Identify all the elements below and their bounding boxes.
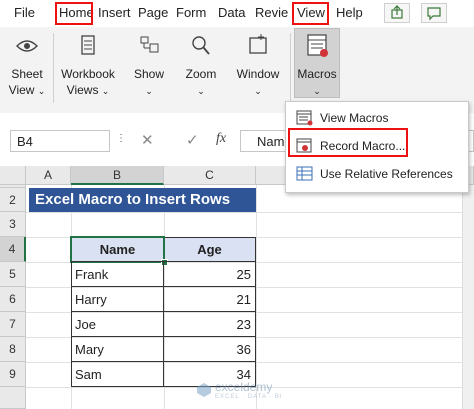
cancel-icon[interactable]: ✕ xyxy=(141,131,154,149)
vertical-scrollbar[interactable] xyxy=(462,185,474,409)
relative-references-icon xyxy=(296,166,313,181)
window-button[interactable]: Window ⌄ xyxy=(233,31,283,99)
window-icon xyxy=(249,34,267,54)
table-header-age[interactable]: Age xyxy=(163,237,256,262)
row-header-10[interactable] xyxy=(0,387,26,409)
menu-item-relative-references[interactable]: Use Relative References xyxy=(286,161,468,187)
comments-button[interactable] xyxy=(421,3,447,23)
formula-text: Nam xyxy=(257,134,285,149)
insert-function-icon[interactable]: fx xyxy=(216,131,226,147)
row-header-2[interactable]: 2 xyxy=(0,188,26,212)
sheet-title-cell[interactable]: Excel Macro to Insert Rows xyxy=(29,188,256,212)
table-cell-name[interactable]: Frank xyxy=(71,261,164,287)
active-cell-outline xyxy=(70,236,165,263)
magnifier-icon xyxy=(192,36,210,55)
table-cell-name[interactable]: Sam xyxy=(71,361,164,387)
show-label: Show xyxy=(133,67,165,81)
table-cell-name[interactable]: Harry xyxy=(71,286,164,312)
zoom-label: Zoom xyxy=(185,67,217,81)
watermark: exceldemy EXCEL · DATA · BI xyxy=(196,379,306,405)
chevron-down-icon: ⌄ xyxy=(254,86,262,96)
workbook-views-label-2: Views xyxy=(66,83,99,97)
row-header-4[interactable]: 4 xyxy=(0,237,26,262)
chevron-down-icon: ⌄ xyxy=(197,86,205,96)
sheet-view-label-1: Sheet xyxy=(11,67,43,81)
gridline xyxy=(256,185,257,409)
colon-dots-icon: ⋮ xyxy=(116,133,126,144)
exceldemy-logo-icon xyxy=(197,383,211,397)
show-button[interactable]: Show ⌄ xyxy=(128,31,170,99)
row-header-7[interactable]: 7 xyxy=(0,312,26,337)
workbook-icon xyxy=(81,35,95,55)
table-cell-age[interactable]: 25 xyxy=(163,261,256,287)
table-cell-name[interactable]: Joe xyxy=(71,311,164,337)
window-label: Window xyxy=(236,67,280,81)
view-macros-icon xyxy=(296,110,313,126)
tab-review[interactable]: Revie xyxy=(255,5,288,20)
macros-label: Macros xyxy=(297,67,337,81)
eye-icon xyxy=(16,40,38,52)
ribbon-separator xyxy=(53,33,54,103)
sheet-view-button[interactable]: Sheet View ⌄ xyxy=(6,31,48,99)
row-header-5[interactable]: 5 xyxy=(0,262,26,287)
watermark-name: exceldemy xyxy=(215,380,273,394)
column-header-c[interactable]: C xyxy=(164,166,256,185)
zoom-button[interactable]: Zoom ⌄ xyxy=(180,31,222,99)
select-all-corner[interactable] xyxy=(0,166,26,185)
table-cell-age[interactable]: 21 xyxy=(163,286,256,312)
row-header-6[interactable]: 6 xyxy=(0,287,26,312)
show-icon xyxy=(140,36,159,53)
ribbon-separator xyxy=(290,33,291,103)
table-cell-name[interactable]: Mary xyxy=(71,336,164,362)
name-box[interactable]: B4 xyxy=(10,130,110,152)
chevron-down-icon: ⌄ xyxy=(313,86,321,96)
relative-references-label: Use Relative References xyxy=(320,167,453,181)
workbook-views-label-1: Workbook xyxy=(61,67,115,81)
row-header-9[interactable]: 9 xyxy=(0,362,26,387)
gridline xyxy=(26,212,474,213)
home-highlight-box xyxy=(55,2,93,25)
ribbon-tab-bar: File Home Insert Page Form Data Revie Vi… xyxy=(0,0,474,27)
workbook-views-button[interactable]: Workbook Views ⌄ xyxy=(58,31,118,99)
tab-formulas[interactable]: Form xyxy=(176,5,206,20)
share-icon xyxy=(391,5,403,19)
tab-help[interactable]: Help xyxy=(336,5,363,20)
table-cell-age[interactable]: 36 xyxy=(163,336,256,362)
view-macros-label: View Macros xyxy=(320,111,389,125)
column-header-b[interactable]: B xyxy=(71,166,164,185)
enter-check-icon[interactable]: ✓ xyxy=(186,131,199,149)
view-highlight-box xyxy=(292,2,329,25)
share-button[interactable] xyxy=(384,3,410,23)
watermark-tagline: EXCEL · DATA · BI xyxy=(215,394,283,400)
row-header-8[interactable]: 8 xyxy=(0,337,26,362)
record-macro-highlight-box xyxy=(288,128,408,157)
comment-icon xyxy=(427,7,441,21)
chevron-down-icon: ⌄ xyxy=(101,86,110,96)
macros-button[interactable]: Macros ⌄ xyxy=(294,31,340,99)
tab-file[interactable]: File xyxy=(14,5,35,20)
row-header-3[interactable]: 3 xyxy=(0,212,26,237)
tab-page[interactable]: Page xyxy=(138,5,168,20)
macros-icon xyxy=(307,34,328,57)
chevron-down-icon: ⌄ xyxy=(37,86,46,96)
chevron-down-icon: ⌄ xyxy=(145,86,153,96)
tab-data[interactable]: Data xyxy=(218,5,245,20)
sheet-view-label-2: View xyxy=(8,83,35,97)
table-cell-age[interactable]: 23 xyxy=(163,311,256,337)
column-header-a[interactable]: A xyxy=(26,166,71,185)
tab-insert[interactable]: Insert xyxy=(98,5,131,20)
